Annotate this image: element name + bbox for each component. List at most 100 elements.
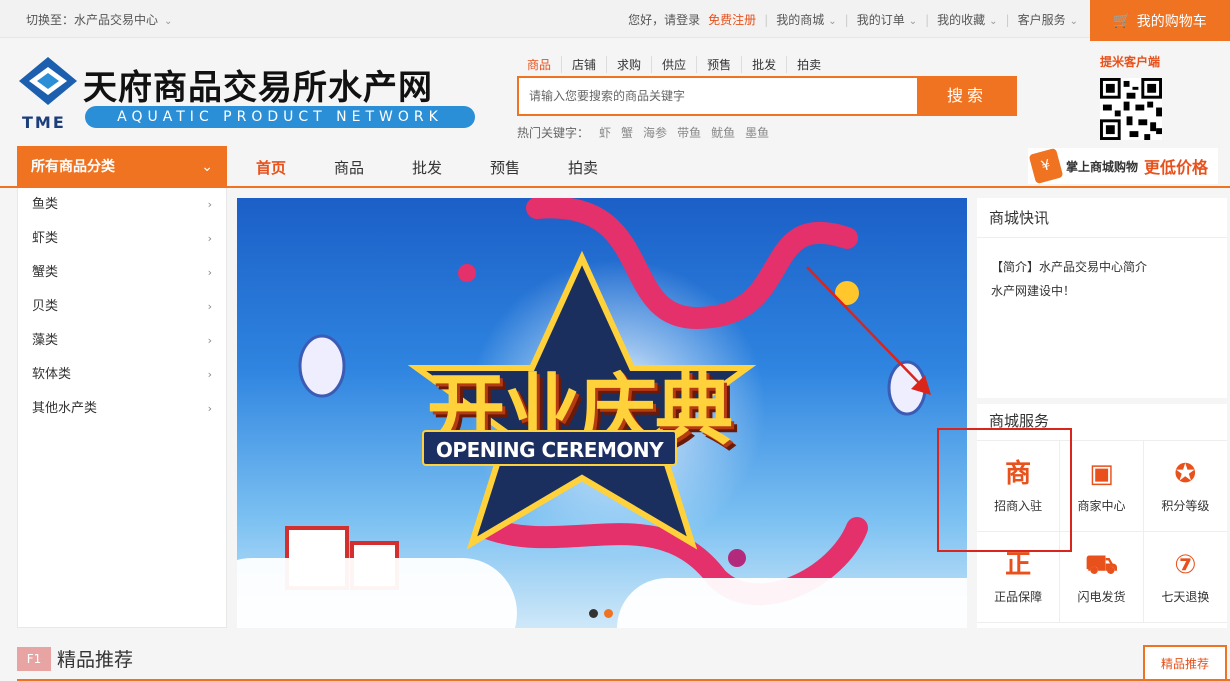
hot-keyword[interactable]: 海参 bbox=[643, 124, 667, 141]
my-favorites-label: 我的收藏 bbox=[937, 13, 986, 27]
category-item[interactable]: 贝类 › bbox=[18, 290, 226, 324]
annotation-highlight-box bbox=[937, 428, 1072, 552]
hot-keyword[interactable]: 蟹 bbox=[621, 124, 633, 141]
customer-service-menu[interactable]: 客户服务 ⌄ bbox=[1018, 11, 1078, 28]
chevron-down-icon: ⌄ bbox=[164, 16, 173, 27]
service-seven-day-return[interactable]: ⑦ 七天退换 bbox=[1143, 532, 1227, 623]
search-tab-supply[interactable]: 供应 bbox=[651, 56, 696, 73]
floor-tab-recommended[interactable]: 精品推荐 bbox=[1143, 645, 1227, 681]
client-download-label[interactable]: 提米客户端 bbox=[1100, 53, 1160, 70]
site-switcher[interactable]: 切换至：水产品交易中心 ⌄ bbox=[26, 11, 172, 28]
carousel-dot[interactable] bbox=[589, 609, 598, 618]
news-item[interactable]: 水产网建设中！ bbox=[977, 276, 1227, 300]
category-item[interactable]: 虾类 › bbox=[18, 222, 226, 256]
annotation-arrow bbox=[806, 266, 931, 395]
chevron-right-icon: › bbox=[207, 402, 212, 415]
hot-keyword[interactable]: 鱿鱼 bbox=[711, 124, 735, 141]
shield-icon: 正 bbox=[1005, 549, 1032, 580]
top-links: 您好，请登录 免费注册 | 我的商城 ⌄ | 我的订单 ⌄ | 我的收藏 ⌄ | 客户… bbox=[628, 11, 1078, 28]
monitor-icon: ▣ bbox=[1089, 458, 1114, 489]
my-mall-menu[interactable]: 我的商城 ⌄ bbox=[776, 11, 836, 28]
nav-auction[interactable]: 拍卖 bbox=[544, 157, 622, 178]
category-label: 蟹类 bbox=[32, 265, 59, 280]
service-fast-delivery[interactable]: ⛟ 闪电发货 bbox=[1060, 532, 1144, 623]
category-item[interactable]: 鱼类 › bbox=[18, 188, 226, 222]
logo-name-cn: 天府商品交易所水产网 bbox=[83, 68, 433, 108]
search-tab-shop[interactable]: 店铺 bbox=[561, 56, 606, 73]
search-tab-goods[interactable]: 商品 bbox=[517, 56, 561, 73]
search-tab-auction[interactable]: 拍卖 bbox=[786, 56, 831, 73]
mobile-promo-banner[interactable]: ¥ 掌上商城购物 更低价格 bbox=[1028, 147, 1218, 185]
service-label: 正品保障 bbox=[994, 589, 1043, 604]
phone-icon: ¥ bbox=[1028, 147, 1064, 185]
hot-keyword[interactable]: 带鱼 bbox=[677, 124, 701, 141]
service-merchant-center[interactable]: ▣ 商家中心 bbox=[1060, 441, 1144, 532]
news-item[interactable]: 【简介】水产品交易中心简介 bbox=[977, 252, 1227, 276]
carousel-dot-active[interactable] bbox=[604, 609, 613, 618]
search-input[interactable]: 请输入您要搜索的商品关键字 bbox=[517, 76, 917, 116]
register-link[interactable]: 免费注册 bbox=[708, 11, 756, 28]
cart-label: 我的购物车 bbox=[1136, 13, 1207, 30]
service-label: 商家中心 bbox=[1077, 498, 1126, 513]
search-button[interactable]: 搜索 bbox=[917, 76, 1017, 116]
divider: | bbox=[764, 12, 769, 27]
floor-header: F1 精品推荐 bbox=[17, 645, 133, 672]
chevron-right-icon: › bbox=[207, 334, 212, 347]
category-label: 其他水产类 bbox=[32, 401, 98, 416]
my-orders-menu[interactable]: 我的订单 ⌄ bbox=[857, 11, 917, 28]
chevron-down-icon: ⌄ bbox=[1069, 16, 1078, 27]
gift-return-icon: ⑦ bbox=[1174, 549, 1197, 580]
mobile-promo-text: 掌上商城购物 bbox=[1066, 159, 1139, 174]
service-points-level[interactable]: ✪ 积分等级 bbox=[1143, 441, 1227, 532]
banner-cloud bbox=[237, 558, 517, 628]
category-label: 鱼类 bbox=[32, 197, 59, 212]
category-menu: 鱼类 › 虾类 › 蟹类 › 贝类 › 藻类 › 软体类 › 其他水产类 › bbox=[17, 188, 227, 628]
logo-name-en: AQUATIC PRODUCT NETWORK bbox=[85, 106, 475, 128]
nav-goods[interactable]: 商品 bbox=[310, 157, 388, 178]
service-label: 闪电发货 bbox=[1077, 589, 1126, 604]
banner-cloud bbox=[617, 578, 967, 628]
category-item[interactable]: 蟹类 › bbox=[18, 256, 226, 290]
nav-home[interactable]: 首页 bbox=[232, 157, 310, 178]
login-link[interactable]: 您好，请登录 bbox=[628, 11, 700, 28]
category-label: 软体类 bbox=[32, 367, 72, 382]
qr-code-icon bbox=[1100, 78, 1162, 140]
search-tab-presale[interactable]: 预售 bbox=[696, 56, 741, 73]
customer-service-label: 客户服务 bbox=[1017, 13, 1066, 27]
main-nav: 所有商品分类 ⌄ 首页 商品 批发 预售 拍卖 ¥ 掌上商城购物 更低价格 bbox=[0, 146, 1230, 188]
chevron-down-icon: ⌄ bbox=[828, 16, 837, 27]
my-favorites-menu[interactable]: 我的收藏 ⌄ bbox=[937, 11, 997, 28]
divider: | bbox=[1005, 12, 1010, 27]
hot-keywords: 热门关键字： 虾 蟹 海参 带鱼 鱿鱼 墨鱼 bbox=[517, 124, 769, 141]
hot-keyword[interactable]: 虾 bbox=[599, 124, 611, 141]
category-label: 贝类 bbox=[32, 299, 59, 314]
logo-mark-icon bbox=[19, 57, 77, 105]
search-tab-wholesale[interactable]: 批发 bbox=[741, 56, 786, 73]
hot-keywords-label: 热门关键字： bbox=[517, 126, 590, 140]
mall-news-panel: 商城快讯 【简介】水产品交易中心简介 水产网建设中！ bbox=[977, 198, 1227, 398]
chevron-right-icon: › bbox=[207, 368, 212, 381]
nav-presale[interactable]: 预售 bbox=[466, 157, 544, 178]
mobile-promo-price: 更低价格 bbox=[1144, 158, 1209, 177]
all-categories-button[interactable]: 所有商品分类 ⌄ bbox=[17, 146, 227, 188]
cart-button[interactable]: 🛒 我的购物车 bbox=[1090, 0, 1230, 41]
category-item[interactable]: 软体类 › bbox=[18, 358, 226, 392]
nav-wholesale[interactable]: 批发 bbox=[388, 157, 466, 178]
chevron-right-icon: › bbox=[207, 232, 212, 245]
cart-icon: 🛒 bbox=[1113, 12, 1131, 29]
category-item[interactable]: 藻类 › bbox=[18, 324, 226, 358]
site-switcher-label: 切换至：水产品交易中心 bbox=[26, 13, 159, 27]
carousel-dots bbox=[589, 609, 613, 618]
mall-news-heading: 商城快讯 bbox=[977, 198, 1227, 238]
divider: | bbox=[925, 12, 930, 27]
site-logo[interactable]: TME 天府商品交易所水产网 AQUATIC PRODUCT NETWORK bbox=[17, 55, 477, 132]
floor-title: 精品推荐 bbox=[57, 649, 134, 671]
search-tab-buy[interactable]: 求购 bbox=[606, 56, 651, 73]
category-label: 虾类 bbox=[32, 231, 59, 246]
hot-keyword[interactable]: 墨鱼 bbox=[745, 124, 769, 141]
category-item[interactable]: 其他水产类 › bbox=[18, 392, 226, 426]
banner-subtitle: OPENING CEREMONY bbox=[422, 430, 677, 466]
hero-banner[interactable]: 开业庆典 OPENING CEREMONY bbox=[237, 198, 967, 628]
my-mall-label: 我的商城 bbox=[776, 13, 825, 27]
chevron-right-icon: › bbox=[207, 198, 212, 211]
